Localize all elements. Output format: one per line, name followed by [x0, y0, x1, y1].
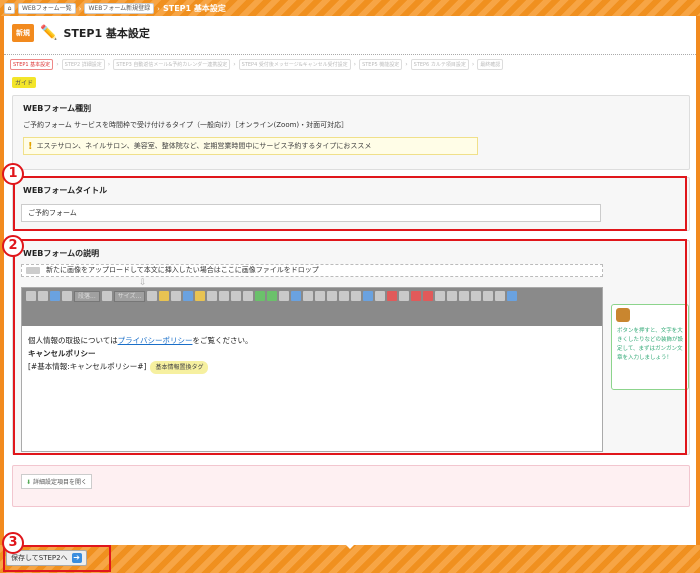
step-5[interactable]: STEP5 機能設定 — [359, 59, 403, 70]
step-2[interactable]: STEP2 詳細設定 — [61, 59, 105, 70]
home-icon[interactable]: ⌂ — [4, 3, 15, 14]
notice-text: エステサロン、ネイルサロン、美容室、整体院など、定期営業時間中にサービス予約する… — [36, 142, 372, 150]
breadcrumb-item-2[interactable]: WEBフォーム新規登録 — [84, 3, 155, 14]
page-title: STEP1 基本設定 — [63, 27, 150, 40]
form-type-section: WEBフォーム種別 ご予約フォーム サービスを時間枠で受け付けるタイプ（一般向け… — [12, 95, 690, 170]
divider — [4, 54, 696, 55]
callout-number-2: 2 — [2, 235, 24, 257]
callout-number-1: 1 — [2, 163, 24, 185]
step-nav: STEP1 基本設定 › STEP2 詳細設定 › STEP3 自動返信メール&予約… — [10, 59, 504, 70]
guide-button[interactable]: ガイド — [12, 77, 37, 88]
callout-box-1 — [13, 176, 687, 231]
form-type-desc: ご予約フォーム サービスを時間枠で受け付けるタイプ（一般向け）［オンライン(Zo… — [23, 121, 349, 129]
step-6[interactable]: STEP6 カルテ項目設定 — [410, 59, 469, 70]
new-badge: 新規 — [12, 24, 34, 42]
pencil-icon: ✏️ — [40, 25, 58, 41]
step-4[interactable]: STEP4 受付後メッセージ&キャンセル受付設定 — [238, 59, 351, 70]
chevron-right-icon: › — [78, 4, 82, 13]
step-3[interactable]: STEP3 自動返信メール&予約カレンダー連携設定 — [113, 59, 231, 70]
step-final[interactable]: 最終確認 — [477, 59, 504, 70]
breadcrumb-current: STEP1 基本設定 — [162, 4, 226, 13]
page-header: 新規 ✏️ STEP1 基本設定 — [12, 24, 150, 42]
chevron-right-icon: › — [157, 4, 160, 13]
breadcrumb: ⌂ WEBフォーム一覧 › WEBフォーム新規登録 › STEP1 基本設定 — [4, 3, 226, 14]
arrow-down-icon: ⬇ — [26, 479, 32, 486]
callout-number-3: 3 — [2, 532, 24, 554]
breadcrumb-item-1[interactable]: WEBフォーム一覧 — [18, 3, 76, 14]
callout-box-2 — [13, 239, 687, 455]
bottom-notch — [346, 545, 354, 549]
warning-icon: ! — [28, 140, 33, 152]
form-type-notice: ! エステサロン、ネイルサロン、美容室、整体院など、定期営業時間中にサービス予約… — [23, 137, 478, 155]
detail-settings-section: ⬇ 詳細設定項目を開く — [12, 465, 690, 507]
open-details-button[interactable]: ⬇ 詳細設定項目を開く — [21, 474, 92, 489]
form-type-title: WEBフォーム種別 — [23, 104, 92, 113]
step-1[interactable]: STEP1 基本設定 — [10, 59, 54, 70]
